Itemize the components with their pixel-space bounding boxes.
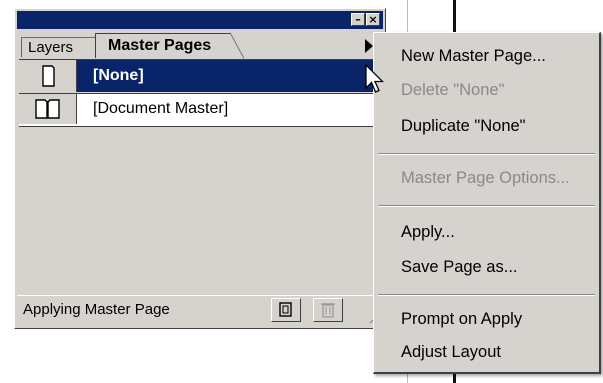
menu-item-duplicate[interactable]: Duplicate "None" bbox=[401, 117, 526, 136]
menu-item-master-page-options[interactable]: Master Page Options... bbox=[401, 169, 570, 188]
master-row-none[interactable]: [None] bbox=[19, 60, 381, 92]
tab-master-pages[interactable]: Master Pages bbox=[95, 33, 244, 59]
palette-title-bar[interactable]: – × bbox=[17, 11, 383, 29]
delete-master-page-button[interactable] bbox=[313, 298, 343, 322]
master-row-label: [Document Master] bbox=[93, 100, 229, 117]
menu-item-new-master-page[interactable]: New Master Page... bbox=[401, 47, 546, 66]
palette-status-bar: Applying Master Page bbox=[17, 295, 383, 326]
menu-item-delete[interactable]: Delete "None" bbox=[401, 81, 504, 100]
palette-menu-arrow-icon[interactable] bbox=[365, 39, 373, 53]
master-row-document-master[interactable]: [Document Master] bbox=[19, 93, 381, 127]
palette-popup-menu: New Master Page... Delete "None" Duplica… bbox=[373, 32, 601, 374]
trash-icon bbox=[321, 303, 335, 318]
menu-separator bbox=[378, 294, 595, 296]
status-text: Applying Master Page bbox=[23, 301, 170, 318]
menu-item-save-page-as[interactable]: Save Page as... bbox=[401, 258, 518, 277]
master-pages-palette: – × Layers Master Pages [None] [Document… bbox=[14, 8, 386, 329]
single-page-icon bbox=[19, 60, 77, 92]
spread-pages-icon bbox=[19, 94, 77, 124]
menu-separator bbox=[378, 205, 595, 207]
master-pages-list: [None] [Document Master] bbox=[19, 59, 381, 296]
menu-separator bbox=[378, 153, 595, 155]
palette-tab-row: Layers Master Pages bbox=[17, 33, 383, 59]
tab-layers[interactable]: Layers bbox=[21, 37, 97, 57]
minimize-button[interactable]: – bbox=[351, 13, 365, 26]
master-row-label: [None] bbox=[93, 67, 144, 84]
new-master-page-button[interactable] bbox=[271, 298, 301, 322]
menu-item-adjust-layout[interactable]: Adjust Layout bbox=[401, 343, 501, 362]
new-master-page-icon bbox=[279, 302, 292, 317]
close-button[interactable]: × bbox=[366, 13, 380, 26]
mouse-pointer-icon bbox=[365, 64, 385, 93]
menu-item-prompt-on-apply[interactable]: Prompt on Apply bbox=[401, 310, 522, 329]
menu-item-apply[interactable]: Apply... bbox=[401, 223, 455, 242]
